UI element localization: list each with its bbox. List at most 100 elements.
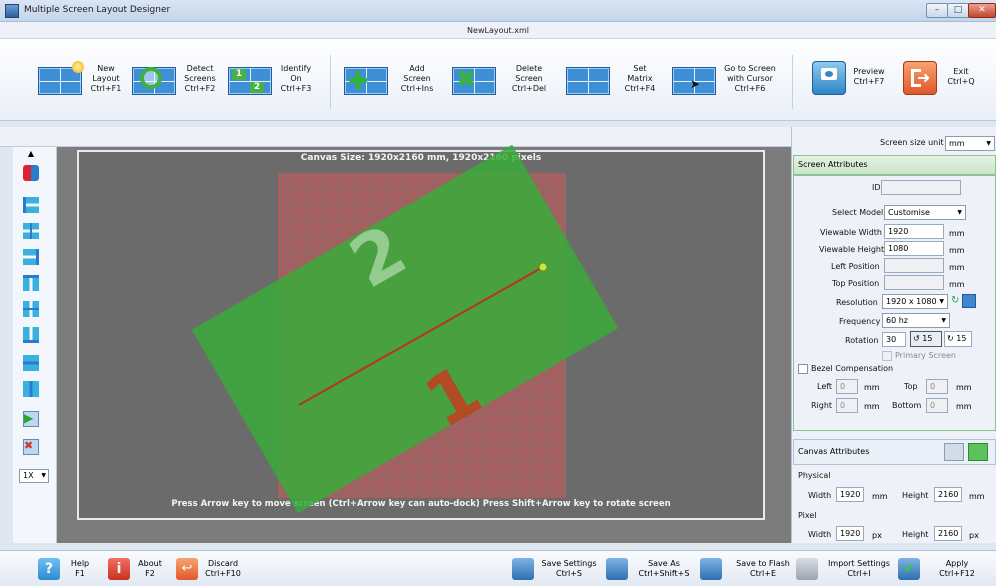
select-model-select[interactable]: Customise: [884, 205, 966, 220]
alignment-toolbar: ▲ ▶ ✖ 1X ▼: [13, 147, 57, 543]
exit-icon: ➜: [903, 61, 937, 95]
physical-width-field[interactable]: 1920: [836, 487, 864, 502]
identify-on-button[interactable]: 1 2 Identify On Ctrl+F3: [228, 61, 320, 105]
zoom-select[interactable]: 1X ▼: [19, 469, 49, 483]
align-bottom-icon[interactable]: [23, 327, 39, 343]
new-layout-button[interactable]: New Layout Ctrl+F1: [38, 61, 128, 105]
save-settings-button[interactable]: Save Settings Ctrl+S: [512, 556, 598, 584]
bezel-left-unit: mm: [864, 383, 880, 392]
scroll-up-icon[interactable]: ▲: [23, 149, 39, 165]
toolbar-divider: [792, 55, 793, 109]
distribute-horizontal-icon[interactable]: [23, 355, 39, 371]
viewable-height-unit: mm: [949, 246, 965, 255]
viewable-height-label: Viewable Height: [819, 245, 885, 254]
remove-from-canvas-icon[interactable]: ✖: [23, 439, 39, 455]
resolution-select[interactable]: 1920 x 1080: [882, 294, 948, 309]
about-button[interactable]: i About F2: [108, 556, 168, 584]
bezel-left-field[interactable]: 0: [836, 379, 858, 394]
preview-button[interactable]: Preview Ctrl+F7: [812, 61, 892, 105]
exit-button[interactable]: ➜ Exit Ctrl+Q: [903, 61, 991, 105]
top-position-field[interactable]: [884, 275, 944, 290]
add-to-canvas-icon[interactable]: ▶: [23, 411, 39, 427]
primary-screen-checkbox[interactable]: [882, 351, 892, 361]
viewable-width-field[interactable]: 1920: [884, 224, 944, 239]
rotate-cw-icon: ↻: [947, 334, 954, 343]
sparkle-icon: [72, 61, 84, 73]
rotation-field[interactable]: 30: [882, 332, 906, 347]
pixel-width-label: Width: [808, 530, 832, 539]
user-icon[interactable]: [962, 294, 976, 308]
align-left-icon[interactable]: [23, 197, 39, 213]
cursor-icon: ➤: [690, 77, 701, 91]
bezel-compensation-checkbox[interactable]: [798, 364, 808, 374]
close-button[interactable]: ✕: [968, 3, 996, 18]
apply-label: Apply Ctrl+F12: [939, 559, 975, 578]
go-to-screen-label: Go to Screen with Cursor Ctrl+F6: [724, 64, 776, 93]
rotate-cw-button[interactable]: ↻ 15: [944, 331, 972, 347]
id-field[interactable]: [881, 180, 961, 195]
help-button[interactable]: ? Help F1: [38, 556, 98, 584]
magnet-icon[interactable]: [23, 165, 39, 181]
import-settings-button[interactable]: Import Settings Ctrl+I: [796, 556, 896, 584]
primary-screen-label: Primary Screen: [895, 351, 956, 360]
file-name: NewLayout.xml: [0, 22, 996, 39]
resolution-label: Resolution: [836, 298, 878, 307]
top-position-unit: mm: [949, 280, 965, 289]
pixel-height-unit: px: [969, 531, 979, 540]
pixel-width-field[interactable]: 1920: [836, 526, 864, 541]
identify-digit-1: 1: [232, 69, 246, 80]
discard-icon: ↩: [176, 558, 198, 580]
canvas-attributes-title: Canvas Attributes: [798, 447, 870, 456]
rotate-ccw-step: 15: [922, 334, 933, 343]
pixel-height-field[interactable]: 2160: [934, 526, 962, 541]
rotate-cw-step: 15: [956, 334, 967, 343]
set-matrix-button[interactable]: Set Matrix Ctrl+F4: [566, 61, 666, 105]
pixel-label: Pixel: [798, 511, 817, 520]
bezel-bottom-unit: mm: [956, 402, 972, 411]
frequency-select[interactable]: 60 hz: [882, 313, 950, 328]
align-right-icon[interactable]: [23, 249, 39, 265]
add-screen-button[interactable]: ✚ Add Screen Ctrl+Ins: [344, 61, 440, 105]
title-bar: Multiple Screen Layout Designer – □ ✕: [0, 0, 996, 22]
align-center-icon[interactable]: [23, 223, 39, 239]
save-icon: [512, 558, 534, 580]
physical-width-label: Width: [808, 491, 832, 500]
rotate-ccw-button[interactable]: ↺ 15: [910, 331, 942, 347]
top-position-label: Top Position: [832, 279, 880, 288]
go-to-screen-button[interactable]: ➤ Go to Screen with Cursor Ctrl+F6: [672, 61, 784, 105]
maximize-button[interactable]: □: [947, 3, 969, 18]
align-middle-icon[interactable]: [23, 301, 39, 317]
screen-size-unit-select[interactable]: mm: [945, 136, 995, 151]
expand-canvas-icon[interactable]: [968, 443, 988, 461]
delete-screen-button[interactable]: ✖ Delete Screen Ctrl+Del: [452, 61, 552, 105]
add-screen-label: Add Screen Ctrl+Ins: [400, 64, 434, 93]
save-as-icon: [606, 558, 628, 580]
rotate-ccw-icon: ↺: [913, 334, 920, 343]
screen-size-unit-label: Screen size unit: [880, 138, 944, 147]
properties-panel: Screen size unit mm Screen Attributes ID…: [791, 127, 996, 543]
bezel-bottom-field[interactable]: 0: [926, 398, 948, 413]
left-position-label: Left Position: [831, 262, 880, 271]
viewable-height-field[interactable]: 1080: [884, 241, 944, 256]
left-position-field[interactable]: [884, 258, 944, 273]
save-as-button[interactable]: Save As Ctrl+Shift+S: [606, 556, 692, 584]
minimize-button[interactable]: –: [926, 3, 948, 18]
physical-height-unit: mm: [969, 492, 985, 501]
discard-button[interactable]: ↩ Discard Ctrl+F10: [176, 556, 246, 584]
apply-button[interactable]: ✔ Apply Ctrl+F12: [898, 556, 990, 584]
refresh-icon[interactable]: ↻: [951, 295, 959, 307]
align-top-icon[interactable]: [23, 275, 39, 291]
zoom-select-value: 1X: [23, 471, 34, 480]
save-to-flash-button[interactable]: Save to Flash Ctrl+E: [700, 556, 792, 584]
distribute-vertical-icon[interactable]: [23, 381, 39, 397]
bezel-top-field[interactable]: 0: [926, 379, 948, 394]
detect-screens-button[interactable]: Detect Screens Ctrl+F2: [132, 61, 224, 105]
delete-screen-label: Delete Screen Ctrl+Del: [511, 64, 547, 93]
physical-height-field[interactable]: 2160: [934, 487, 962, 502]
bezel-left-label: Left: [817, 382, 833, 391]
identify-on-label: Identify On Ctrl+F3: [280, 64, 312, 93]
fit-canvas-icon[interactable]: [944, 443, 964, 461]
import-settings-label: Import Settings Ctrl+I: [828, 559, 890, 578]
viewable-width-unit: mm: [949, 229, 965, 238]
bezel-right-field[interactable]: 0: [836, 398, 858, 413]
